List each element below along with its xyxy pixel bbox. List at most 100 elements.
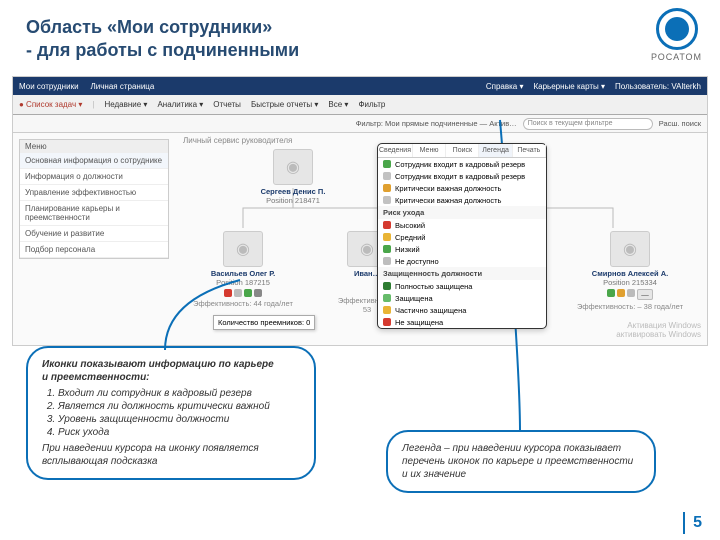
expand-icon[interactable]: —: [637, 289, 653, 300]
windows-watermark: Активация Windowsактивировать Windows: [616, 321, 701, 339]
top-navbar: Мои сотрудники Личная страница Справка ▾…: [13, 77, 707, 95]
legend-label: Частично защищена: [395, 306, 466, 315]
legend-tab-legend[interactable]: Легенда: [479, 144, 512, 157]
legend-row: Сотрудник входит в кадровый резерв: [378, 170, 546, 182]
employee-card-right[interactable]: ◉ Смирнов Алексей А. Position 215334 — Э…: [575, 231, 685, 311]
legend-label: Сотрудник входит в кадровый резерв: [395, 172, 525, 181]
legend-swatch-icon: [383, 184, 391, 192]
legend-swatch-icon: [383, 257, 391, 265]
sidemenu-item-basic[interactable]: Основная информация о сотруднике: [20, 153, 168, 169]
career-icons: —: [575, 289, 685, 300]
legend-label: Защищена: [395, 294, 433, 303]
tb-filter[interactable]: Фильтр: [358, 100, 385, 109]
sidemenu-item-position[interactable]: Информация о должности: [20, 169, 168, 185]
legend-swatch-icon: [383, 318, 391, 326]
legend-row: Частично защищена: [378, 304, 546, 316]
employee-name: Сергеев Денис П.: [238, 187, 348, 196]
legend-label: Полностью защищена: [395, 282, 472, 291]
legend-row: Не доступно: [378, 255, 546, 267]
legend-row: Сотрудник входит в кадровый резерв: [378, 158, 546, 170]
app-screenshot: Мои сотрудники Личная страница Справка ▾…: [12, 76, 708, 346]
tb-tasklist[interactable]: ● Список задач ▾: [19, 100, 82, 109]
legend-tab-print[interactable]: Печать: [513, 144, 546, 157]
sidemenu-item-learning[interactable]: Обучение и развитие: [20, 226, 168, 242]
page-number: 5: [693, 514, 702, 532]
legend-swatch-icon: [383, 172, 391, 180]
legend-swatch-icon: [383, 245, 391, 253]
legend-row: Защищена: [378, 292, 546, 304]
search-input[interactable]: Поиск в текущем фильтре: [523, 118, 653, 130]
rosatom-icon: [656, 8, 698, 50]
legend-swatch-icon: [383, 294, 391, 302]
tb-recent[interactable]: Недавние ▾: [104, 100, 147, 109]
reserve-icon: [234, 289, 242, 297]
employee-card-left[interactable]: ◉ Васильев Олег Р. Position 187215 Эффек…: [188, 231, 298, 308]
tb-reports[interactable]: Отчеты: [213, 100, 241, 109]
callout-legend: Легенда – при наведении курсора показыва…: [386, 430, 656, 493]
critical-icon: [617, 289, 625, 297]
employee-name: Васильев Олег Р.: [188, 269, 298, 278]
workspace: Личный сервис руководителя Меню Основная…: [13, 133, 707, 345]
nav-my-employees[interactable]: Мои сотрудники: [19, 82, 79, 91]
legend-swatch-icon: [383, 221, 391, 229]
legend-row: Полностью защищена: [378, 280, 546, 292]
risk-icon: [224, 289, 232, 297]
legend-label: Сотрудник входит в кадровый резерв: [395, 160, 525, 169]
sidemenu-item-recruiting[interactable]: Подбор персонала: [20, 242, 168, 258]
workspace-title: Личный сервис руководителя: [183, 136, 292, 145]
legend-swatch-icon: [383, 306, 391, 314]
legend-row: Низкий: [378, 243, 546, 255]
career-icons: [188, 289, 298, 297]
legend-label: Не защищена: [395, 318, 443, 327]
tb-all[interactable]: Все ▾: [328, 100, 348, 109]
legend-tab-info[interactable]: Сведения: [378, 144, 413, 157]
employee-position: Position 218471: [238, 196, 348, 205]
avatar-icon: ◉: [610, 231, 650, 267]
avatar-icon: ◉: [223, 231, 263, 267]
legend-swatch-icon: [383, 196, 391, 204]
legend-row: Не защищена: [378, 316, 546, 328]
filter-bar: Фильтр: Мои прямые подчиненные — Актив… …: [13, 115, 707, 133]
efficiency-label: Эффективность: – 38 года/лет: [575, 302, 685, 311]
slide-title: Область «Мои сотрудники» - для работы с …: [26, 16, 299, 63]
sidemenu-header: Меню: [20, 140, 168, 153]
legend-label: Высокий: [395, 221, 425, 230]
successors-tooltip: Количество преемников: 0: [213, 315, 315, 330]
efficiency-label: Эффективность: 44 года/лет: [188, 299, 298, 308]
critical-icon: [254, 289, 262, 297]
legend-label: Критически важная должность: [395, 184, 501, 193]
brand-logo: РОСАТОМ: [651, 8, 702, 62]
filter-label: Фильтр: Мои прямые подчиненные — Актив…: [356, 119, 517, 128]
sidemenu-item-performance[interactable]: Управление эффективностью: [20, 185, 168, 201]
legend-label: Низкий: [395, 245, 420, 254]
legend-row: Высокий: [378, 219, 546, 231]
employee-position: Position 215334: [575, 278, 685, 287]
legend-tab-search[interactable]: Поиск: [446, 144, 479, 157]
legend-row: Критически важная должность: [378, 182, 546, 194]
reserve-icon: [607, 289, 615, 297]
protected-icon: [627, 289, 635, 297]
legend-label: Средний: [395, 233, 426, 242]
legend-label: Не доступно: [395, 257, 439, 266]
tb-quick-reports[interactable]: Быстрые отчеты ▾: [251, 100, 318, 109]
legend-row: Средний: [378, 231, 546, 243]
legend-row: Критически важная должность: [378, 194, 546, 206]
legend-swatch-icon: [383, 233, 391, 241]
sidemenu-item-succession[interactable]: Планирование карьеры и преемственности: [20, 201, 168, 226]
legend-swatch-icon: [383, 282, 391, 290]
adv-search-link[interactable]: Расш. поиск: [659, 119, 701, 128]
side-menu: Меню Основная информация о сотруднике Ин…: [19, 139, 169, 259]
nav-help[interactable]: Справка ▾: [486, 82, 524, 91]
avatar-icon: ◉: [273, 149, 313, 185]
legend-tab-menu[interactable]: Меню: [413, 144, 446, 157]
nav-user[interactable]: Пользователь: VAlterkh: [615, 82, 701, 91]
employee-card-top[interactable]: ◉ Сергеев Денис П. Position 218471: [238, 149, 348, 205]
employee-position: Position 187215: [188, 278, 298, 287]
legend-popup: Сведения Меню Поиск Легенда Печать Сотру…: [377, 143, 547, 329]
nav-career-cards[interactable]: Карьерные карты ▾: [533, 82, 605, 91]
legend-swatch-icon: [383, 160, 391, 168]
protected-icon: [244, 289, 252, 297]
toolbar: ● Список задач ▾ | Недавние ▾ Аналитика …: [13, 95, 707, 115]
nav-personal-page[interactable]: Личная страница: [91, 82, 155, 91]
tb-analytics[interactable]: Аналитика ▾: [157, 100, 203, 109]
